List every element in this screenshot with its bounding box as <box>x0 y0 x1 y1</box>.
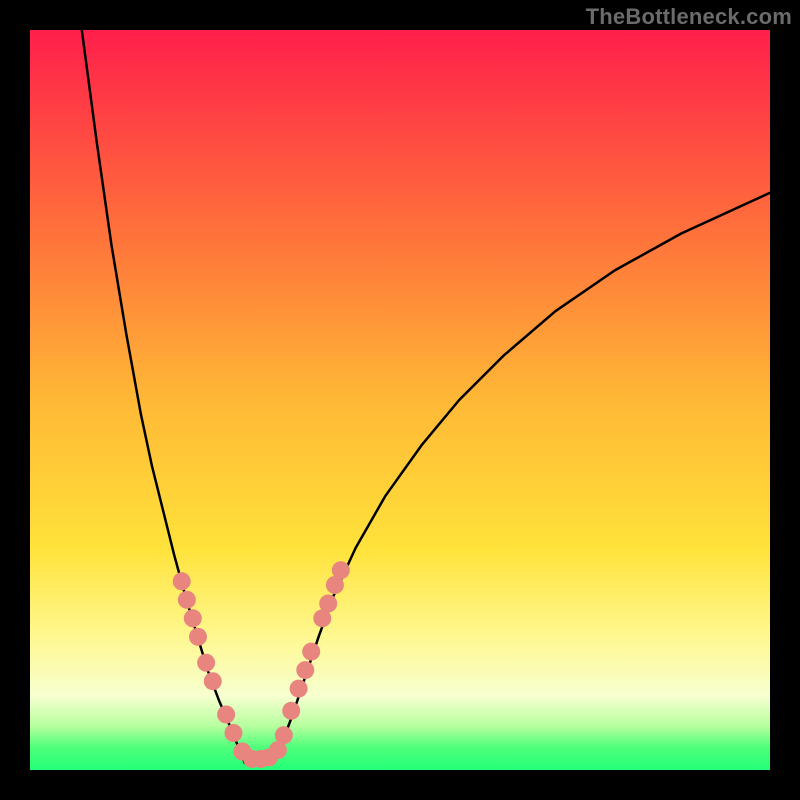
data-marker <box>184 609 202 627</box>
data-marker <box>319 595 337 613</box>
bottleneck-chart <box>30 30 770 770</box>
data-marker <box>275 726 293 744</box>
watermark-text: TheBottleneck.com <box>586 4 792 30</box>
data-marker <box>197 654 215 672</box>
data-marker <box>296 661 314 679</box>
data-marker <box>225 724 243 742</box>
data-marker <box>302 643 320 661</box>
data-marker <box>189 628 207 646</box>
data-marker <box>217 706 235 724</box>
gradient-background <box>30 30 770 770</box>
chart-frame: TheBottleneck.com <box>0 0 800 800</box>
data-marker <box>178 591 196 609</box>
data-marker <box>204 672 222 690</box>
data-marker <box>290 680 308 698</box>
data-marker <box>282 702 300 720</box>
data-marker <box>332 561 350 579</box>
data-marker <box>173 572 191 590</box>
